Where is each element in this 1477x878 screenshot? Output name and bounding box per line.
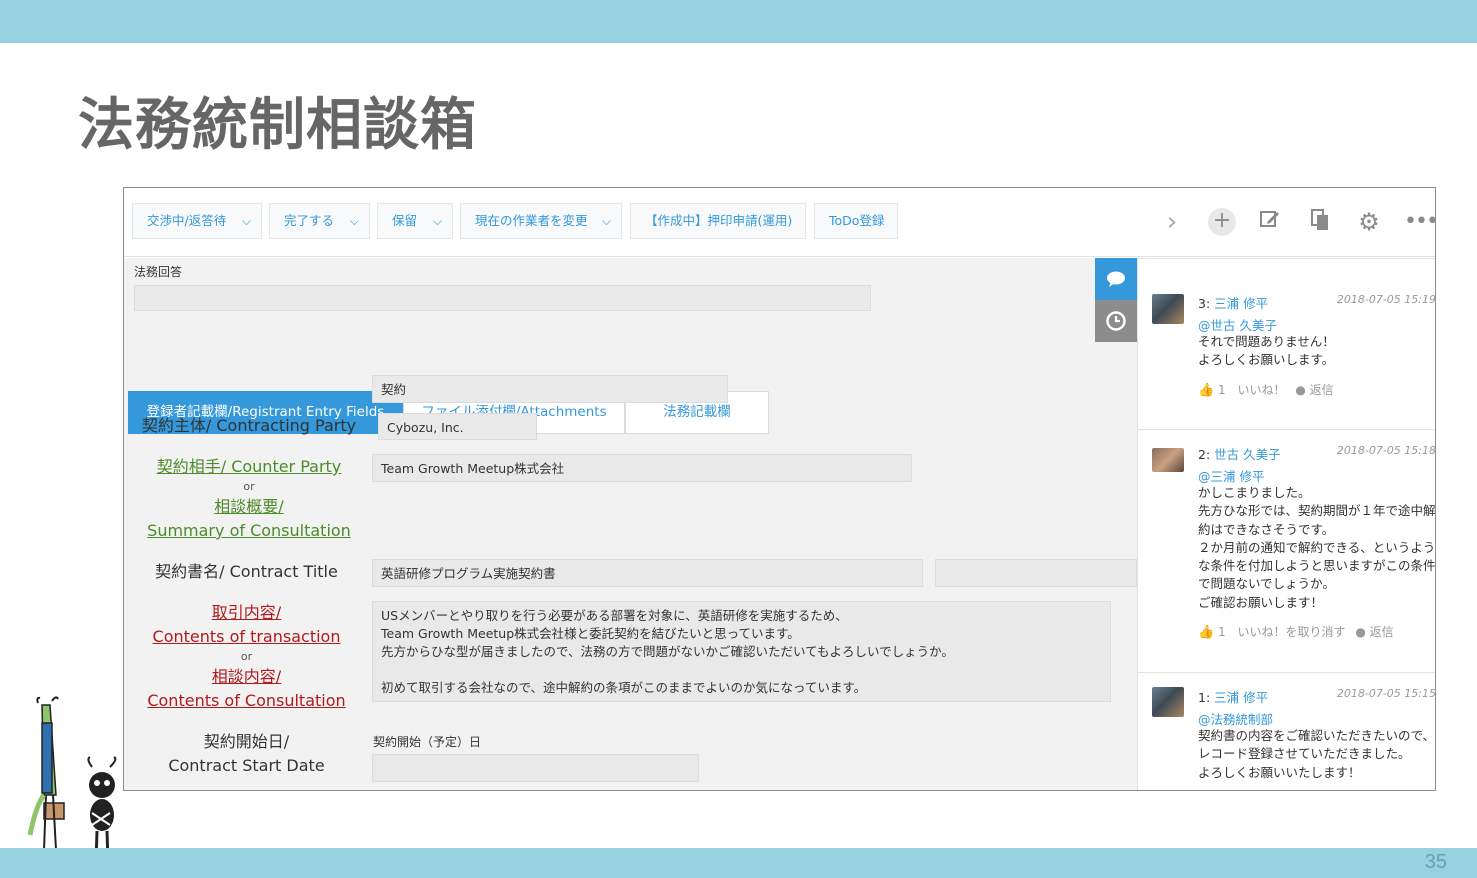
summary-label-jp[interactable]: 相談概要/	[214, 497, 283, 516]
mascot-illustration	[27, 696, 122, 868]
comment-body: かしこまりました。 先方ひな形では、契約期間が１年で途中解約はできなさそうです。…	[1198, 485, 1436, 610]
record-toolbar: 交渉中/返答待 ⌵ 完了する ⌵ 保留 ⌵ 現在の作業者を変更 ⌵ 【作成中】押印申請(…	[124, 188, 1435, 257]
comment-author[interactable]: 三浦 修平	[1214, 690, 1268, 705]
thumbs-up-icon: 👍	[1198, 625, 1215, 640]
start-date-field-label: 契約開始（予定）日	[373, 735, 482, 749]
comment-actions: 👍 1 いいね！を取り消す ● 返信	[1198, 623, 1394, 640]
edit-icon[interactable]	[1256, 208, 1284, 236]
sidebar-tabs	[1095, 258, 1137, 342]
start-date-label-en: Contract Start Date	[168, 756, 325, 775]
comment-date: 2018-07-05 15:18	[1336, 444, 1436, 457]
change-assignee-button[interactable]: 現在の作業者を変更 ⌵	[460, 203, 622, 239]
comment-body: それで問題ありません！ よろしくお願いします。	[1198, 334, 1335, 368]
reply-button[interactable]: 返信	[1310, 383, 1334, 397]
transaction-label-jp[interactable]: 取引内容/	[212, 603, 281, 622]
comment-panel: 3: 三浦 修平 2018-07-05 15:19 @世古 久美子 それで問題あ…	[1137, 258, 1436, 790]
comment-date: 2018-07-05 15:19	[1336, 293, 1436, 306]
comment-header: 3: 三浦 修平	[1198, 293, 1268, 312]
comment-actions: 👍 1 いいね！ ● 返信	[1198, 381, 1334, 398]
avatar	[1152, 294, 1184, 324]
transaction-label-en[interactable]: Contents of transaction	[153, 627, 341, 646]
comment-number: 1:	[1198, 690, 1211, 705]
comment-author[interactable]: 三浦 修平	[1214, 296, 1268, 311]
comment-header: 2: 世古 久美子	[1198, 444, 1281, 463]
gear-icon[interactable]: ⚙	[1355, 208, 1383, 236]
comment-mention[interactable]: @三浦 修平	[1198, 466, 1264, 485]
legal-answer-field	[134, 285, 871, 311]
avatar	[1152, 687, 1184, 717]
history-icon[interactable]	[1095, 300, 1137, 342]
button-label: ToDo登録	[829, 213, 885, 228]
contract-title-extra-field	[935, 559, 1137, 587]
legal-answer-label: 法務回答	[134, 265, 183, 279]
counter-party-label[interactable]: 契約相手/ Counter Party	[157, 457, 342, 476]
chevron-right-icon[interactable]: ›	[1158, 208, 1186, 236]
comment-icon[interactable]	[1095, 258, 1137, 300]
summary-label-en[interactable]: Summary of Consultation	[147, 521, 351, 540]
copy-icon[interactable]	[1306, 208, 1334, 236]
contracting-party-field: Cybozu, Inc.	[378, 413, 537, 440]
button-label: 保留	[392, 213, 418, 228]
more-icon[interactable]: •••	[1404, 208, 1435, 236]
comment-item: 1: 三浦 修平 2018-07-05 15:15 @法務統制部 契約書の内容を…	[1138, 673, 1436, 790]
slide-title: 法務統制相談箱	[78, 93, 477, 158]
transaction-label-group: 取引内容/ Contents of transaction or 相談内容/ C…	[134, 601, 359, 713]
counter-party-label-group: 契約相手/ Counter Party or 相談概要/ Summary of …	[134, 455, 364, 543]
plus-icon[interactable]: +	[1208, 208, 1236, 236]
or-text: or	[243, 480, 255, 493]
comment-header: 1: 三浦 修平	[1198, 687, 1268, 706]
like-count: 1	[1218, 625, 1226, 639]
reply-button[interactable]: 返信	[1370, 625, 1394, 639]
todo-register-button[interactable]: ToDo登録	[814, 203, 898, 239]
seal-application-button[interactable]: 【作成中】押印申請(運用)	[630, 203, 806, 239]
like-button[interactable]: いいね！	[1237, 383, 1285, 397]
category-field: 契約	[372, 375, 728, 403]
transaction-content-field: USメンバーとやり取りを行う必要がある部署を対象に、英語研修を実施するため、 T…	[372, 601, 1111, 702]
button-label: 交渉中/返答待	[147, 213, 227, 228]
start-date-label-group: 契約開始日/ Contract Start Date	[134, 730, 359, 778]
status-button-negotiating[interactable]: 交渉中/返答待 ⌵	[132, 203, 262, 239]
contracting-party-label: 契約主体/ Contracting Party	[141, 416, 357, 435]
chevron-down-icon: ⌵	[349, 214, 359, 228]
contract-title-label: 契約書名/ Contract Title	[155, 562, 338, 581]
comment-number: 3:	[1198, 296, 1211, 311]
reply-icon: ●	[1355, 625, 1366, 639]
button-label: 現在の作業者を変更	[475, 213, 588, 228]
page-number: 35	[1424, 851, 1447, 873]
or-text: or	[240, 650, 253, 663]
thumbs-up-icon: 👍	[1198, 383, 1215, 398]
contract-title-field: 英語研修プログラム実施契約書	[372, 559, 923, 587]
comment-mention[interactable]: @世古 久美子	[1198, 315, 1277, 334]
comment-date: 2018-07-05 15:15	[1336, 687, 1436, 700]
button-label: 【作成中】押印申請(運用)	[645, 213, 793, 228]
chevron-down-icon: ⌵	[241, 214, 251, 228]
bottom-banner	[0, 848, 1477, 878]
record-form: 法務回答 登録者記載欄/Registrant Entry Fields ファイル…	[124, 258, 1137, 790]
counter-party-field: Team Growth Meetup株式会社	[372, 454, 912, 482]
hold-button[interactable]: 保留 ⌵	[377, 203, 453, 239]
comment-author[interactable]: 世古 久美子	[1214, 447, 1280, 462]
consultation-label-jp[interactable]: 相談内容/	[212, 667, 281, 686]
top-banner	[0, 0, 1477, 43]
complete-button[interactable]: 完了する ⌵	[269, 203, 370, 239]
reply-icon: ●	[1295, 383, 1306, 397]
chevron-down-icon: ⌵	[601, 214, 611, 228]
comment-body: 契約書の内容をご確認いただきたいので、 レコード登録させていただきました。 よろ…	[1198, 728, 1436, 780]
start-date-label-jp: 契約開始日/	[203, 732, 290, 751]
comment-number: 2:	[1198, 447, 1211, 462]
comment-item: 2: 世古 久美子 2018-07-05 15:18 @三浦 修平 かしこまりま…	[1138, 430, 1436, 673]
start-date-field	[372, 754, 699, 782]
comment-item: 3: 三浦 修平 2018-07-05 15:19 @世古 久美子 それで問題あ…	[1138, 258, 1436, 430]
kintone-record-window: 交渉中/返答待 ⌵ 完了する ⌵ 保留 ⌵ 現在の作業者を変更 ⌵ 【作成中】押印申請(…	[123, 187, 1436, 791]
chevron-down-icon: ⌵	[432, 214, 442, 228]
avatar	[1152, 448, 1184, 472]
consultation-label-en[interactable]: Contents of Consultation	[147, 691, 345, 710]
button-label: 完了する	[284, 213, 335, 228]
unlike-button[interactable]: いいね！を取り消す	[1237, 625, 1345, 639]
comment-mention[interactable]: @法務統制部	[1198, 709, 1273, 728]
like-count: 1	[1218, 383, 1226, 397]
